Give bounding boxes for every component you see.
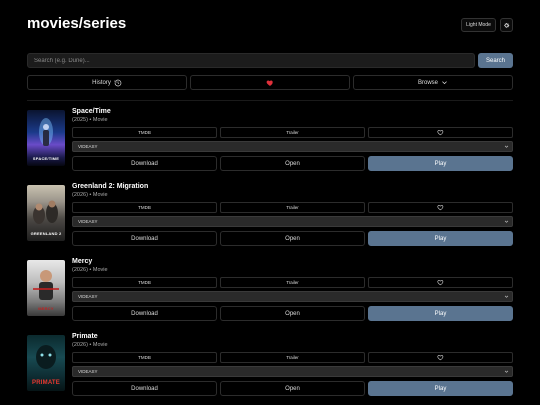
download-button[interactable]: Download xyxy=(72,306,217,321)
heart-icon xyxy=(437,354,444,361)
open-button[interactable]: Open xyxy=(220,381,365,396)
movie-poster[interactable]: GREENLAND 2 xyxy=(27,185,65,241)
open-button[interactable]: Open xyxy=(220,306,365,321)
play-button[interactable]: Play xyxy=(368,306,513,321)
open-button[interactable]: Open xyxy=(220,156,365,171)
source-select[interactable]: VIDEASY xyxy=(72,141,513,152)
poster-caption: SPACE/TIME xyxy=(32,156,60,161)
divider xyxy=(27,100,513,101)
source-select[interactable]: VIDEASY xyxy=(72,291,513,302)
source-select-value: VIDEASY xyxy=(78,369,98,374)
movie-card: SPACE/TIME Space/Time (2025) • Movie TMD… xyxy=(27,108,513,178)
chevron-down-icon xyxy=(441,79,448,86)
light-mode-button[interactable]: Light Mode xyxy=(461,18,496,32)
trailer-button[interactable]: Trailer xyxy=(220,277,365,288)
source-select-value: VIDEASY xyxy=(78,144,98,149)
app-title: movies/series xyxy=(27,15,127,32)
heart-icon xyxy=(437,279,444,286)
chevron-down-icon xyxy=(504,294,509,299)
trailer-button[interactable]: Trailer xyxy=(220,127,365,138)
heart-icon xyxy=(437,204,444,211)
history-button[interactable]: History xyxy=(27,75,187,90)
source-select[interactable]: VIDEASY xyxy=(72,366,513,377)
favorite-button[interactable] xyxy=(368,202,513,213)
favorite-button[interactable] xyxy=(368,352,513,363)
favorites-button[interactable] xyxy=(190,75,350,90)
heart-icon xyxy=(437,129,444,136)
movie-meta: (2026) • Movie xyxy=(72,267,108,273)
heart-filled-icon xyxy=(266,79,274,87)
tmdb-button[interactable]: TMDB xyxy=(72,202,217,213)
movie-card: PRIMATE Primate (2026) • Movie TMDB Trai… xyxy=(27,333,513,403)
poster-caption: PRIMATE xyxy=(32,380,60,386)
browse-button[interactable]: Browse xyxy=(353,75,513,90)
movie-title: Primate xyxy=(72,333,98,340)
search-input[interactable] xyxy=(27,53,475,68)
movie-title: Mercy xyxy=(72,258,93,265)
poster-caption: GREENLAND 2 xyxy=(30,231,62,236)
favorite-button[interactable] xyxy=(368,127,513,138)
chevron-down-icon xyxy=(504,219,509,224)
settings-button[interactable] xyxy=(500,18,513,32)
play-button[interactable]: Play xyxy=(368,156,513,171)
play-button[interactable]: Play xyxy=(368,231,513,246)
open-button[interactable]: Open xyxy=(220,231,365,246)
movie-poster[interactable]: MERCY xyxy=(27,260,65,316)
tmdb-button[interactable]: TMDB xyxy=(72,352,217,363)
history-label: History xyxy=(92,79,111,86)
source-select-value: VIDEASY xyxy=(78,294,98,299)
download-button[interactable]: Download xyxy=(72,381,217,396)
download-button[interactable]: Download xyxy=(72,156,217,171)
movie-meta: (2026) • Movie xyxy=(72,342,108,348)
tmdb-button[interactable]: TMDB xyxy=(72,127,217,138)
trailer-button[interactable]: Trailer xyxy=(220,202,365,213)
play-button[interactable]: Play xyxy=(368,381,513,396)
trailer-button[interactable]: Trailer xyxy=(220,352,365,363)
chevron-down-icon xyxy=(504,144,509,149)
chevron-down-icon xyxy=(504,369,509,374)
poster-caption: MERCY xyxy=(38,306,54,311)
search-button[interactable]: Search xyxy=(478,53,513,68)
source-select[interactable]: VIDEASY xyxy=(72,216,513,227)
source-select-value: VIDEASY xyxy=(78,219,98,224)
download-button[interactable]: Download xyxy=(72,231,217,246)
movie-meta: (2025) • Movie xyxy=(72,117,108,123)
movie-card: GREENLAND 2 Greenland 2: Migration (2026… xyxy=(27,183,513,253)
movie-meta: (2026) • Movie xyxy=(72,192,108,198)
favorite-button[interactable] xyxy=(368,277,513,288)
movie-poster[interactable]: PRIMATE xyxy=(27,335,65,391)
browse-label: Browse xyxy=(417,79,438,86)
movie-poster[interactable]: SPACE/TIME xyxy=(27,110,65,166)
history-icon xyxy=(114,79,122,87)
movie-title: Greenland 2: Migration xyxy=(72,183,149,190)
gear-icon xyxy=(503,22,510,29)
tmdb-button[interactable]: TMDB xyxy=(72,277,217,288)
movie-card: MERCY Mercy (2026) • Movie TMDB Trailer … xyxy=(27,258,513,328)
movie-title: Space/Time xyxy=(72,108,111,115)
